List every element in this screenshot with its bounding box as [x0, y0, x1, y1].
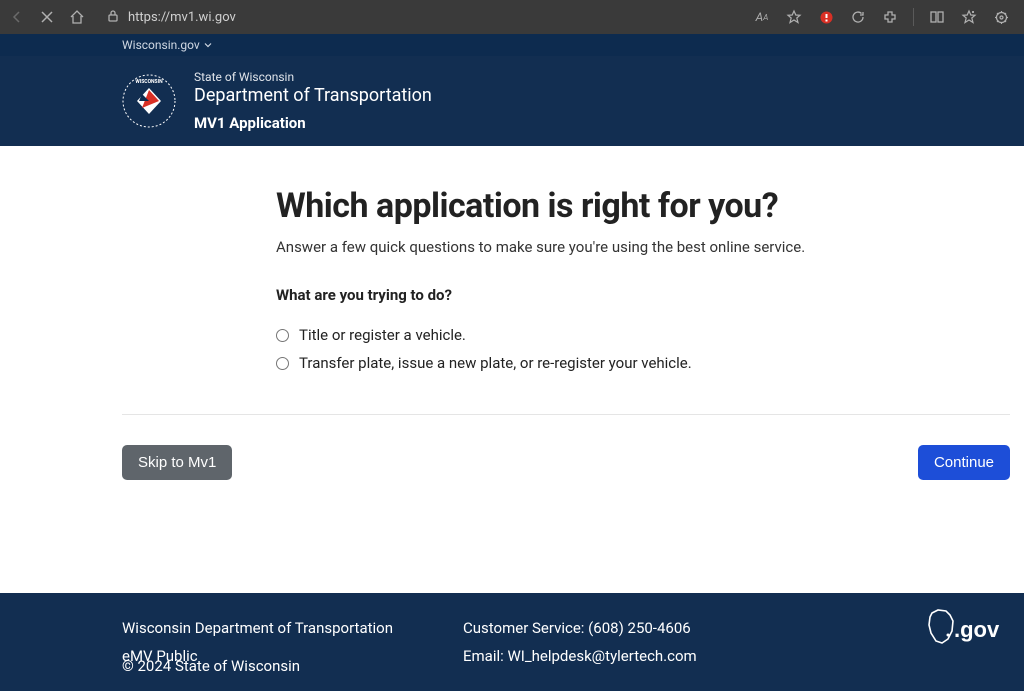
footer-customer-service: Customer Service: (608) 250-4606 [463, 619, 697, 637]
back-icon[interactable] [8, 8, 26, 26]
button-row: Skip to Mv1 Continue [0, 415, 1024, 480]
footer-col-right: Customer Service: (608) 250-4606 Email: … [463, 619, 697, 675]
radio-title-register[interactable] [276, 329, 289, 342]
page-title: Which application is right for you? [276, 186, 902, 226]
close-icon[interactable] [38, 8, 56, 26]
svg-text:WISCONSIN: WISCONSIN [135, 79, 163, 85]
toolbar-divider [913, 8, 914, 26]
footer: Wisconsin Department of Transportation e… [0, 593, 1024, 691]
refresh-icon[interactable] [849, 8, 867, 26]
toolbar-right: AA [753, 8, 1010, 26]
option-label[interactable]: Title or register a vehicle. [299, 326, 466, 344]
gov-bar-dropdown[interactable]: Wisconsin.gov [122, 38, 212, 52]
favorites-bar-icon[interactable] [960, 8, 978, 26]
address-bar[interactable]: https://mv1.wi.gov [106, 8, 741, 27]
browser-toolbar: https://mv1.wi.gov AA [0, 0, 1024, 34]
continue-button[interactable]: Continue [918, 445, 1010, 480]
settings-icon[interactable] [992, 8, 1010, 26]
footer-email: Email: WI_helpdesk@tylertech.com [463, 647, 697, 665]
home-icon[interactable] [68, 8, 86, 26]
collections-icon[interactable] [928, 8, 946, 26]
text-size-icon[interactable]: AA [753, 8, 771, 26]
shield-icon[interactable] [817, 8, 835, 26]
extensions-icon[interactable] [881, 8, 899, 26]
option-label[interactable]: Transfer plate, issue a new plate, or re… [299, 354, 692, 372]
option-title-register[interactable]: Title or register a vehicle. [276, 326, 902, 344]
question-label: What are you trying to do? [276, 286, 902, 304]
header-state-label: State of Wisconsin [194, 70, 432, 84]
gov-bar: Wisconsin.gov [0, 34, 1024, 56]
footer-copyright: © 2024 State of Wisconsin [122, 657, 300, 675]
url-text: https://mv1.wi.gov [128, 10, 236, 25]
header-text: State of Wisconsin Department of Transpo… [194, 70, 432, 132]
page-subtitle: Answer a few quick questions to make sur… [276, 238, 902, 256]
svg-text:.gov: .gov [954, 617, 1000, 642]
gov-bar-label: Wisconsin.gov [122, 38, 200, 52]
header-app-name: MV1 Application [194, 114, 432, 132]
footer-org: Wisconsin Department of Transportation [122, 619, 393, 637]
lock-icon [106, 8, 120, 27]
chevron-down-icon [204, 41, 212, 49]
wisconsin-dot-logo: WISCONSIN [122, 74, 176, 128]
site-header: WISCONSIN State of Wisconsin Department … [0, 56, 1024, 146]
radio-transfer-plate[interactable] [276, 357, 289, 370]
skip-button[interactable]: Skip to Mv1 [122, 445, 232, 480]
wisconsin-gov-logo: .gov [924, 607, 1006, 653]
favorite-icon[interactable] [785, 8, 803, 26]
main-content: Which application is right for you? Answ… [0, 146, 1024, 372]
header-department: Department of Transportation [194, 85, 432, 106]
options-group: Title or register a vehicle. Transfer pl… [276, 326, 902, 372]
option-transfer-plate[interactable]: Transfer plate, issue a new plate, or re… [276, 354, 902, 372]
